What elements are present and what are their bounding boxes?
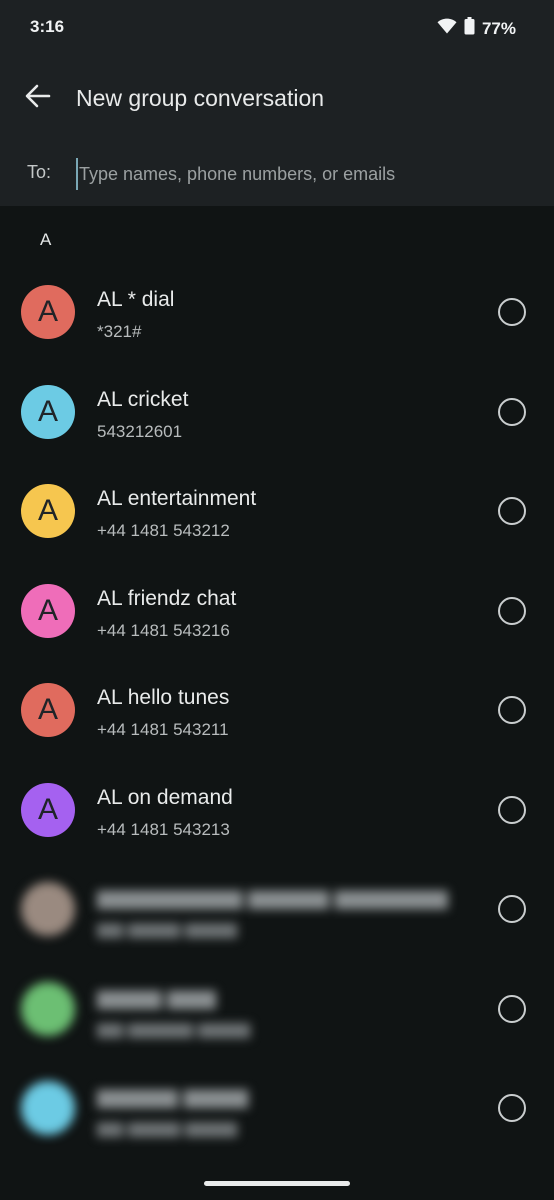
avatar	[21, 1081, 75, 1135]
avatar: A	[21, 385, 75, 439]
battery-icon	[464, 17, 475, 40]
select-radio[interactable]	[498, 995, 526, 1023]
contact-item-redacted[interactable]: ▆▆▆▆ ▆▆▆ ▆▆ ▆▆▆▆▆ ▆▆▆▆	[0, 969, 554, 1069]
recipient-input[interactable]	[76, 158, 516, 190]
contact-number: *321#	[97, 322, 142, 341]
contact-number-redacted: ▆▆ ▆▆▆▆ ▆▆▆▆	[97, 1118, 238, 1137]
contact-number: 543212601	[97, 422, 183, 441]
recipient-label: To:	[27, 162, 52, 182]
contact-name-redacted: ▆▆▆▆ ▆▆▆	[97, 986, 216, 1009]
contact-name-redacted: ▆▆▆▆▆ ▆▆▆▆	[97, 1085, 249, 1108]
status-bar: 3:16 77%	[0, 0, 554, 56]
back-button[interactable]	[18, 78, 58, 118]
header-area: 3:16 77% New group conversation To:	[0, 0, 554, 206]
contact-number: +44 1481 543211	[97, 720, 229, 739]
recipient-row: To:	[0, 150, 554, 196]
contact-item[interactable]: A AL on demand +44 1481 543213	[0, 770, 554, 870]
contact-name: AL hello tunes	[97, 686, 230, 709]
contact-item[interactable]: A AL friendz chat +44 1481 543216	[0, 571, 554, 671]
contact-number-redacted: ▆▆ ▆▆▆▆ ▆▆▆▆	[97, 919, 238, 938]
contact-number-redacted: ▆▆ ▆▆▆▆▆ ▆▆▆▆	[97, 1019, 251, 1038]
select-radio[interactable]	[498, 597, 526, 625]
contact-item-redacted[interactable]: ▆▆▆▆▆▆▆▆▆ ▆▆▆▆▆ ▆▆▆▆▆▆▆ ▆▆ ▆▆▆▆ ▆▆▆▆	[0, 869, 554, 969]
avatar	[21, 982, 75, 1036]
battery-percent: 77%	[481, 18, 516, 38]
wifi-icon	[437, 18, 457, 39]
select-radio[interactable]	[498, 696, 526, 724]
app-bar: New group conversation	[0, 68, 554, 128]
avatar	[21, 882, 75, 936]
contact-name: AL * dial	[97, 288, 175, 311]
avatar: A	[21, 584, 75, 638]
contact-number: +44 1481 543212	[97, 521, 230, 540]
gesture-nav-handle[interactable]	[204, 1181, 350, 1186]
avatar: A	[21, 783, 75, 837]
contact-name: AL cricket	[97, 388, 189, 411]
contact-number: +44 1481 543216	[97, 621, 230, 640]
contact-number: +44 1481 543213	[97, 820, 230, 839]
select-radio[interactable]	[498, 497, 526, 525]
select-radio[interactable]	[498, 298, 526, 326]
select-radio[interactable]	[498, 1094, 526, 1122]
contact-item-redacted[interactable]: ▆▆▆▆▆ ▆▆▆▆ ▆▆ ▆▆▆▆ ▆▆▆▆	[0, 1068, 554, 1168]
avatar: A	[21, 484, 75, 538]
contact-item[interactable]: A AL hello tunes +44 1481 543211	[0, 670, 554, 770]
select-radio[interactable]	[498, 796, 526, 824]
contact-name: AL on demand	[97, 786, 233, 809]
contact-name-redacted: ▆▆▆▆▆▆▆▆▆ ▆▆▆▆▆ ▆▆▆▆▆▆▆	[97, 886, 448, 909]
status-icons: 77%	[437, 17, 516, 40]
select-radio[interactable]	[498, 398, 526, 426]
contact-item[interactable]: A AL entertainment +44 1481 543212	[0, 471, 554, 571]
contact-name: AL friendz chat	[97, 587, 237, 610]
contact-name: AL entertainment	[97, 487, 257, 510]
select-radio[interactable]	[498, 895, 526, 923]
arrow-back-icon	[25, 84, 51, 113]
contact-item[interactable]: A AL * dial *321#	[0, 272, 554, 372]
contact-item[interactable]: A AL cricket 543212601	[0, 372, 554, 472]
section-header: A	[40, 230, 52, 249]
page-title: New group conversation	[76, 85, 325, 111]
screen: 3:16 77% New group conversation To: Type…	[0, 0, 554, 1200]
avatar: A	[21, 285, 75, 339]
avatar: A	[21, 683, 75, 737]
status-time: 3:16	[30, 17, 65, 36]
